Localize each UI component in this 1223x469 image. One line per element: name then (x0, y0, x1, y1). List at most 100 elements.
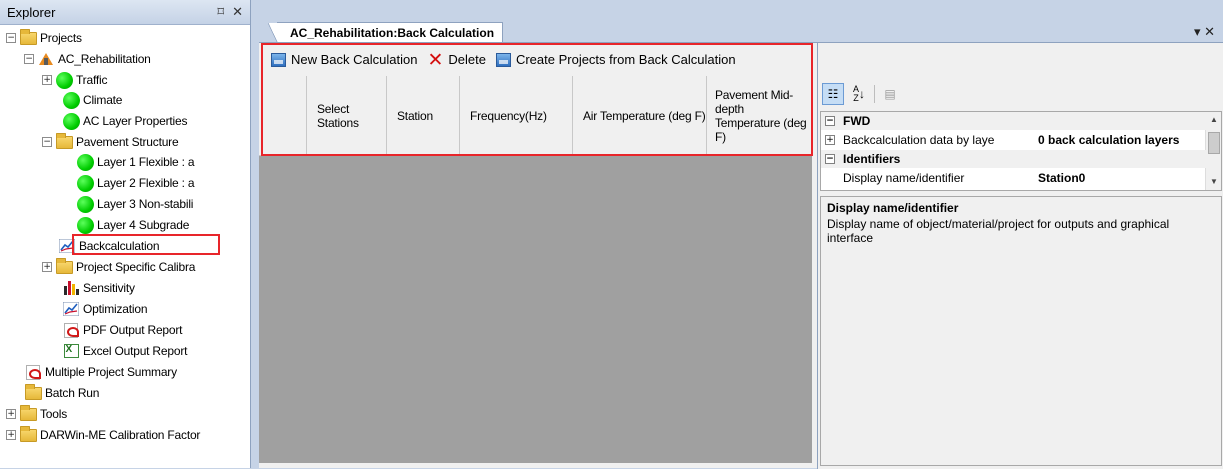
tab-back-calculation[interactable]: AC_Rehabilitation:Back Calculation (267, 22, 504, 44)
property-row[interactable]: Display name/identifier Station0 (821, 169, 1206, 187)
collapse-icon[interactable]: − (6, 33, 16, 43)
back-calculation-document: New Back Calculation ✕ Delete Create Pro… (259, 42, 1223, 469)
sort-alphabetical-icon[interactable]: A Z ↓ (848, 83, 870, 105)
pin-icon[interactable]: ⌑ (217, 4, 224, 20)
collapse-icon[interactable]: − (24, 54, 34, 64)
tree-item-label: PDF Output Report (83, 323, 183, 337)
scroll-down-icon[interactable]: ▼ (1206, 174, 1221, 190)
tree-item-project-specific-calibra[interactable]: + Project Specific Calibra (42, 257, 195, 277)
pdf-icon (24, 364, 42, 380)
properties-pane: ☷ A Z ↓ ▤ ▲ ▼ − FWD + Backcalculation data by… (817, 43, 1223, 469)
expand-icon[interactable]: + (825, 135, 835, 145)
property-grid-scrollbar[interactable]: ▲ ▼ (1205, 112, 1221, 190)
tree-item-label: DARWin-ME Calibration Factor (40, 428, 201, 442)
property-help-panel: Display name/identifier Display name of … (820, 196, 1222, 466)
folder-icon (19, 28, 37, 46)
explorer-title: Explorer (7, 4, 56, 20)
tree-item-label: Layer 1 Flexible : a (97, 155, 195, 169)
properties-toolbar: ☷ A Z ↓ ▤ (818, 76, 1223, 111)
pdf-icon (62, 322, 80, 338)
folder-icon (24, 383, 42, 401)
tree-item-batch-run[interactable]: Batch Run (24, 383, 99, 403)
document-tab-strip: AC_Rehabilitation:Back Calculation ▾ ✕ (259, 22, 1223, 44)
tree-item-label: Optimization (83, 302, 148, 316)
folder-icon (19, 425, 37, 443)
status-ok-icon (62, 112, 80, 130)
property-name: FWD (843, 114, 871, 128)
tree-item-tools[interactable]: + Tools (6, 404, 67, 424)
folder-icon (55, 257, 73, 275)
tree-item-layer-4-subgrade[interactable]: Layer 4 Subgrade (76, 215, 189, 235)
property-value[interactable]: 0 back calculation layers (1034, 133, 1206, 147)
collapse-icon[interactable]: − (42, 137, 52, 147)
tree-item-label: Batch Run (45, 386, 100, 400)
folder-icon (55, 132, 73, 150)
tree-item-layer-3-non-stabili[interactable]: Layer 3 Non-stabili (76, 194, 193, 214)
close-icon[interactable]: ✕ (232, 4, 243, 20)
tree-item-traffic[interactable]: + Traffic (42, 70, 107, 90)
folder-icon (19, 404, 37, 422)
excel-icon (62, 343, 80, 359)
window-controls[interactable]: ▾ ✕ (1194, 24, 1215, 40)
explorer-pane: Explorer ⌑ ✕ − Projects − AC_Rehabilitation… (0, 0, 251, 468)
tree-item-label: Layer 2 Flexible : a (97, 176, 195, 190)
status-ok-icon (76, 153, 94, 171)
status-ok-icon (76, 195, 94, 213)
expand-icon[interactable]: + (42, 75, 52, 85)
project-icon (37, 51, 55, 67)
status-ok-icon (55, 71, 73, 89)
tree-item-label: Pavement Structure (76, 135, 179, 149)
tree-item-label: Sensitivity (83, 281, 135, 295)
collapse-icon[interactable]: − (825, 116, 835, 126)
property-name: Display name/identifier (843, 171, 965, 185)
tree-item-darwin-me-calibration-factor[interactable]: + DARWin-ME Calibration Factor (6, 425, 200, 445)
tree-item-pavement-structure[interactable]: − Pavement Structure (42, 132, 179, 152)
tree-item-sensitivity[interactable]: Sensitivity (62, 278, 135, 298)
tree-item-label: AC Layer Properties (83, 114, 188, 128)
tree-item-label: Climate (83, 93, 123, 107)
scroll-thumb[interactable] (1208, 132, 1220, 154)
tree-item-optimization[interactable]: Optimization (62, 299, 147, 319)
property-category[interactable]: − FWD (821, 112, 1206, 130)
toolbar-highlight-box (261, 43, 813, 156)
tree-item-label: Traffic (76, 73, 108, 87)
expand-icon[interactable]: + (6, 430, 16, 440)
tree-item-layer-1-flexible-a[interactable]: Layer 1 Flexible : a (76, 152, 195, 172)
property-name: Identifiers (843, 152, 901, 166)
tree-item-label: AC_Rehabilitation (58, 52, 151, 66)
tree-item-ac-layer-properties[interactable]: AC Layer Properties (62, 111, 187, 131)
toolbar-separator (874, 84, 875, 103)
tree-item-label: Layer 4 Subgrade (97, 218, 190, 232)
status-ok-icon (62, 91, 80, 109)
property-category[interactable]: − Identifiers (821, 150, 1206, 168)
expand-icon[interactable]: + (42, 262, 52, 272)
property-pages-icon[interactable]: ▤ (879, 83, 901, 105)
tree-item-ac-rehabilitation[interactable]: − AC_Rehabilitation (24, 49, 151, 69)
tree-item-multiple-project-summary[interactable]: Multiple Project Summary (24, 362, 177, 382)
tree-item-pdf-output-report[interactable]: PDF Output Report (62, 320, 183, 340)
property-grid[interactable]: ▲ ▼ − FWD + Backcalculation data by laye 0 b… (820, 111, 1222, 191)
tree-item-excel-output-report[interactable]: Excel Output Report (62, 341, 187, 361)
tree-item-label: Tools (40, 407, 68, 421)
scroll-up-icon[interactable]: ▲ (1206, 112, 1221, 128)
tree-item-label: Projects (40, 31, 82, 45)
help-title: Display name/identifier (827, 201, 959, 215)
tree-item-climate[interactable]: Climate (62, 90, 122, 110)
collapse-icon[interactable]: − (825, 154, 835, 164)
categorized-view-icon[interactable]: ☷ (822, 82, 844, 105)
status-ok-icon (76, 174, 94, 192)
tree-item-label: Layer 3 Non-stabili (97, 197, 194, 211)
backcalculation-highlight-box (72, 234, 220, 255)
sensitivity-chart-icon (62, 280, 80, 296)
expand-icon[interactable]: + (6, 409, 16, 419)
tree-item-label: Multiple Project Summary (45, 365, 177, 379)
property-name: Backcalculation data by laye (843, 133, 995, 147)
property-value[interactable]: Station0 (1034, 171, 1206, 185)
property-row[interactable]: + Backcalculation data by laye 0 back calc… (821, 131, 1206, 149)
help-description: Display name of object/material/project … (827, 217, 1170, 245)
tree-item-projects[interactable]: − Projects (6, 28, 82, 48)
tree-item-label: Excel Output Report (83, 344, 188, 358)
status-ok-icon (76, 216, 94, 234)
tree-item-layer-2-flexible-a[interactable]: Layer 2 Flexible : a (76, 173, 195, 193)
tree-item-label: Project Specific Calibra (76, 260, 196, 274)
